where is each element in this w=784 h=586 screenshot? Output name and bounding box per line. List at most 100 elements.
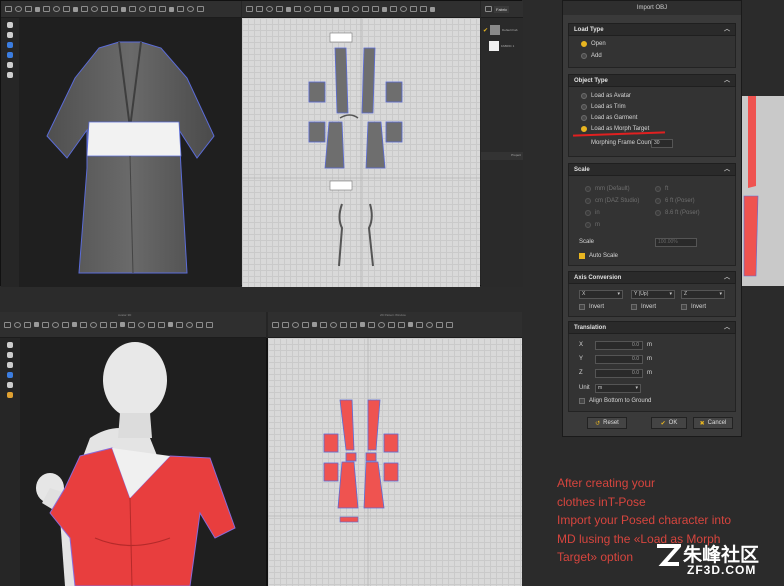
b-free-sewing-icon[interactable]: [368, 321, 375, 328]
dart-icon[interactable]: [324, 6, 331, 12]
scale-header[interactable]: Scale ︿: [568, 163, 736, 176]
b-circle-icon[interactable]: [330, 321, 337, 328]
radio-m[interactable]: m: [585, 222, 600, 228]
translate-z-input[interactable]: 0.0: [595, 369, 643, 378]
invert-x[interactable]: Invert: [579, 304, 604, 310]
radio-cm-indicator[interactable]: [585, 198, 591, 204]
frame-count-input[interactable]: 30: [651, 139, 673, 148]
b-segment-sewing-icon[interactable]: [360, 322, 365, 327]
b-pin-tool-icon[interactable]: [34, 322, 39, 327]
b-pleat-icon[interactable]: [378, 321, 385, 328]
radio-86ft-indicator[interactable]: [655, 210, 661, 216]
zipper-tool-icon[interactable]: [81, 6, 88, 12]
load-type-header[interactable]: Load Type ︿: [568, 23, 736, 36]
radio-6ft-indicator[interactable]: [655, 198, 661, 204]
b-pose-icon[interactable]: [7, 382, 13, 388]
invert-z-check[interactable]: [681, 304, 687, 310]
radio-trim-indicator[interactable]: [581, 104, 587, 110]
button-tool-icon[interactable]: [73, 6, 78, 12]
b-edit-point-icon[interactable]: [282, 321, 289, 328]
ok-button[interactable]: ✔ OK: [651, 417, 687, 429]
texture-tool-icon[interactable]: [121, 6, 126, 12]
property-tab[interactable]: Propert: [511, 153, 521, 157]
b-fold-tool-icon[interactable]: [62, 321, 69, 328]
radio-6ft-poser[interactable]: 6 ft (Poser): [655, 198, 695, 204]
b-rotate-tool-icon[interactable]: [14, 321, 21, 328]
b-garment-icon[interactable]: [7, 362, 13, 368]
fabric-item-default[interactable]: ✔ Default Fab: [483, 24, 521, 36]
collapse-icon[interactable]: ︿: [724, 272, 730, 284]
garment-icon[interactable]: [7, 42, 13, 48]
collapse-icon[interactable]: ︿: [724, 164, 730, 176]
invert-y[interactable]: Invert: [631, 304, 656, 310]
b-notch-icon[interactable]: [446, 321, 453, 328]
tape-icon[interactable]: [400, 6, 407, 12]
translate-y-input[interactable]: 0.0: [595, 355, 643, 364]
move-tool-icon[interactable]: [25, 6, 32, 12]
b-topstitch-icon[interactable]: [408, 322, 413, 327]
bottom-3d-viewport[interactable]: [20, 338, 266, 586]
b-select-tool-icon[interactable]: [42, 321, 49, 328]
edit-curvature-icon[interactable]: [266, 6, 273, 12]
pleat-icon[interactable]: [352, 6, 359, 12]
segment-sewing-icon[interactable]: [334, 6, 339, 12]
radio-mm-indicator[interactable]: [585, 186, 591, 192]
light-tool-icon[interactable]: [169, 6, 174, 12]
fold-tool-icon[interactable]: [63, 6, 70, 12]
b-hanger-icon[interactable]: [7, 352, 13, 358]
b-graphic-tool-icon[interactable]: [128, 321, 135, 328]
align-bottom-check[interactable]: [579, 398, 585, 404]
trace-icon[interactable]: [362, 6, 369, 12]
strain-tool-icon[interactable]: [177, 6, 184, 12]
radio-ft-indicator[interactable]: [655, 186, 661, 192]
align-bottom-checkbox[interactable]: Align Bottom to Ground: [579, 398, 651, 404]
elastic-icon[interactable]: [372, 6, 379, 12]
b-rectangle-icon[interactable]: [320, 321, 327, 328]
pin-tool-icon[interactable]: [35, 6, 40, 12]
b-display-tool-icon[interactable]: [186, 321, 193, 328]
invert-z[interactable]: Invert: [681, 304, 706, 310]
radio-add[interactable]: Add: [581, 53, 602, 59]
top-3d-viewport[interactable]: [19, 18, 241, 287]
fabric-icon[interactable]: [7, 52, 13, 58]
scale-input[interactable]: 100.00%: [655, 238, 697, 247]
library-tab-icon[interactable]: [485, 6, 492, 12]
invert-x-check[interactable]: [579, 304, 585, 310]
fabric-item-1[interactable]: FABRIC 1: [483, 40, 521, 52]
radio-avatar-indicator[interactable]: [581, 93, 587, 99]
b-zipper-tool-icon[interactable]: [80, 321, 87, 328]
radio-morph-target[interactable]: Load as Morph Target: [581, 126, 649, 132]
b-tape-icon[interactable]: [426, 321, 433, 328]
b-measure-tool-icon[interactable]: [90, 321, 97, 328]
b-record-tool-icon[interactable]: [148, 321, 155, 328]
internal-line-icon[interactable]: [314, 6, 321, 12]
b-brush-tool-icon[interactable]: [110, 321, 117, 328]
collapse-icon[interactable]: ︿: [724, 75, 730, 87]
graphic-tool-icon[interactable]: [129, 6, 136, 12]
polygon-icon[interactable]: [286, 6, 291, 12]
b-dart-icon[interactable]: [350, 321, 357, 328]
b-internal-line-icon[interactable]: [340, 321, 347, 328]
figure-icon[interactable]: [7, 72, 13, 78]
radio-mm[interactable]: mm (Default): [585, 186, 630, 192]
avatar-tool-icon[interactable]: [5, 6, 12, 12]
auto-scale-check-indicator[interactable]: [579, 253, 585, 259]
b-figure-icon[interactable]: [7, 392, 13, 398]
b-transform-pattern-icon[interactable]: [272, 321, 279, 328]
radio-in-indicator[interactable]: [585, 210, 591, 216]
unit-select[interactable]: m ▾: [595, 384, 641, 393]
b-edit-curvature-icon[interactable]: [292, 321, 299, 328]
rectangle-icon[interactable]: [294, 6, 301, 12]
top-2d-pattern-window[interactable]: [242, 18, 480, 287]
select-tool-icon[interactable]: [43, 6, 50, 12]
tab-fabric[interactable]: Fabric: [494, 5, 510, 13]
collapse-icon[interactable]: ︿: [724, 24, 730, 36]
b-sim-tool-icon[interactable]: [138, 321, 145, 328]
radio-garment-indicator[interactable]: [581, 115, 587, 121]
b-strain-tool-icon[interactable]: [176, 321, 183, 328]
bottom-2d-pattern-window[interactable]: [268, 338, 522, 586]
radio-garment[interactable]: Load as Garment: [581, 115, 637, 121]
b-polygon-icon[interactable]: [312, 322, 317, 327]
axis-y-select[interactable]: Y (Up) ▾: [631, 290, 675, 299]
tack-tool-icon[interactable]: [53, 6, 60, 12]
